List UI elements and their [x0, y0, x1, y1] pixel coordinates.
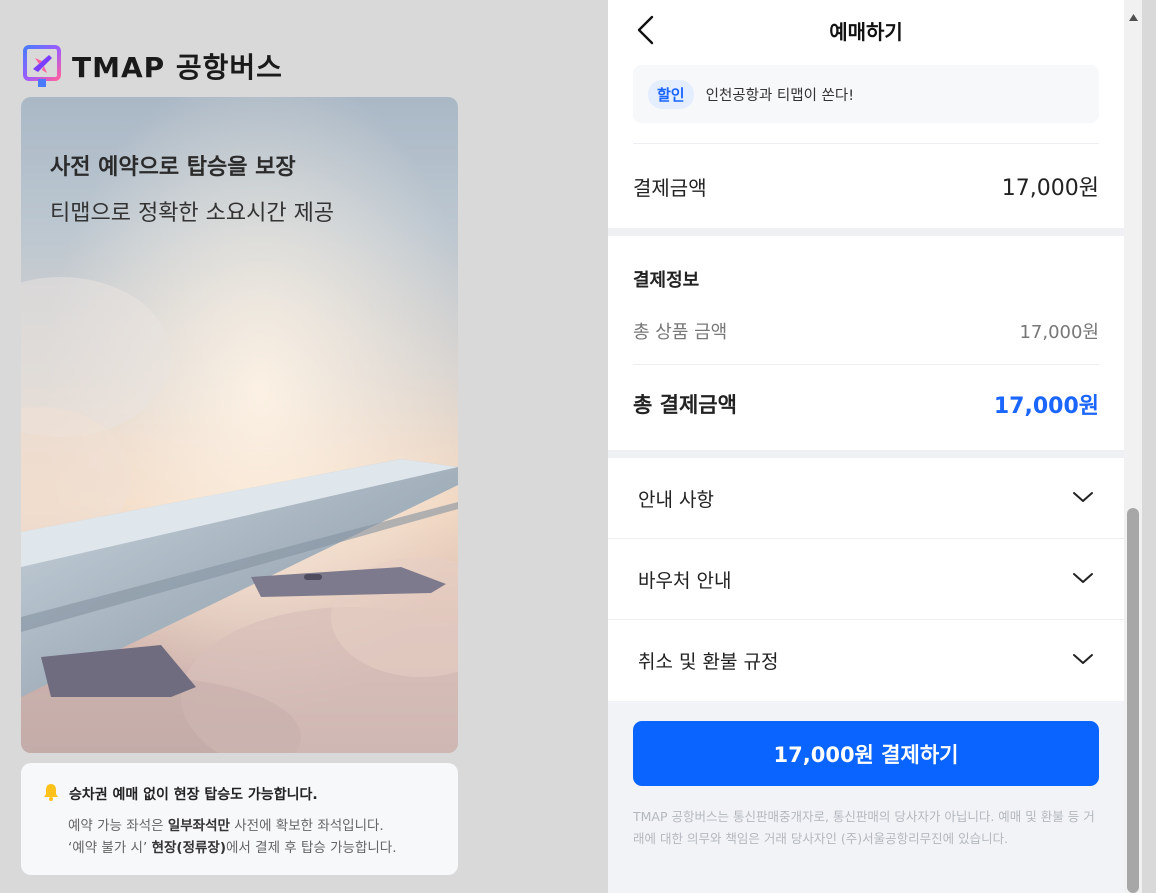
page-title: 예매하기: [829, 20, 903, 44]
payment-amount-label: 결제금액: [633, 175, 707, 200]
notice-line-1-bold: 일부좌석만: [167, 818, 230, 834]
grand-total-label: 총 결제금액: [633, 392, 737, 417]
top-bar: 예매하기: [608, 0, 1124, 58]
accordion-label: 안내 사항: [638, 488, 714, 511]
accordion-label: 바우처 안내: [638, 569, 732, 592]
notice-line-2-post: 에서 결제 후 탑승 가능합니다.: [226, 840, 397, 856]
info-accordion-list: 안내 사항 바우처 안내 취소 및 환불 규정: [608, 458, 1124, 701]
bell-icon: [43, 783, 59, 805]
accordion-guide[interactable]: 안내 사항: [608, 458, 1124, 539]
discount-chip: 할인: [648, 79, 694, 109]
legal-disclaimer: TMAP 공항버스는 통신판매중개자로, 통신판매의 당사자가 아닙니다. 예매…: [633, 809, 1095, 846]
accordion-refund-policy[interactable]: 취소 및 환불 규정: [608, 620, 1124, 701]
notice-line-2-bold: 현장(정류장): [151, 840, 227, 856]
scrollbar-thumb[interactable]: [1127, 508, 1139, 893]
hero-subtitle: 티맵으로 정확한 소요시간 제공: [50, 201, 335, 226]
notice-body: 예약 가능 좌석은 일부좌석만 사전에 확보한 좌석입니다. ‘예약 불가 시’…: [43, 815, 438, 859]
grand-total-row: 총 결제금액 17,000원: [633, 364, 1099, 424]
section-separator: [608, 450, 1124, 458]
chevron-down-icon: [1072, 489, 1094, 508]
chevron-down-icon: [1072, 651, 1094, 670]
brand: TMAP 공항버스: [22, 44, 283, 88]
plane-logo-icon: [22, 44, 62, 88]
promo-text: 인천공항과 티맵이 쏜다!: [705, 87, 855, 104]
payment-info-title: 결제정보: [633, 270, 700, 291]
hero-title: 사전 예약으로 탑승을 보장: [50, 155, 296, 180]
payment-info-section: 결제정보 총 상품 금액 17,000원 총 결제금액 17,000원: [608, 236, 1124, 450]
accordion-voucher[interactable]: 바우처 안내: [608, 539, 1124, 620]
notice-line-2: ‘예약 불가 시’ 현장(정류장)에서 결제 후 탑승 가능합니다.: [68, 837, 438, 859]
brand-name: TMAP 공항버스: [72, 51, 283, 84]
goods-total-value: 17,000원: [1019, 322, 1099, 343]
scroll-up-arrow-icon[interactable]: [1129, 6, 1138, 25]
scrollbar[interactable]: [1124, 0, 1142, 893]
chevron-down-icon: [1072, 570, 1094, 589]
goods-total-row: 총 상품 금액 17,000원: [633, 316, 1099, 346]
payment-amount-value: 17,000원: [1001, 176, 1099, 201]
section-separator: [608, 228, 1124, 236]
notice-headline: 승차권 예매 없이 현장 탑승도 가능합니다.: [69, 787, 318, 803]
accordion-label: 취소 및 환불 규정: [638, 651, 779, 673]
notice-headline-row: 승차권 예매 없이 현장 탑승도 가능합니다.: [43, 783, 438, 805]
hero-banner: 사전 예약으로 탑승을 보장 티맵으로 정확한 소요시간 제공: [21, 97, 458, 753]
notice-line-2-pre: ‘예약 불가 시’: [68, 840, 152, 856]
checkout-footer: 17,000원 결제하기 TMAP 공항버스는 통신판매중개자로, 통신판매의 …: [608, 701, 1124, 893]
promo-banner[interactable]: 할인 인천공항과 티맵이 쏜다!: [633, 65, 1099, 123]
notice-line-1-pre: 예약 가능 좌석은: [68, 818, 168, 834]
grand-total-value: 17,000원: [993, 393, 1099, 419]
notice-line-1: 예약 가능 좌석은 일부좌석만 사전에 확보한 좌석입니다.: [68, 815, 438, 837]
booking-panel: 예매하기 할인 인천공항과 티맵이 쏜다! 결제금액 17,000원 결제정보 …: [608, 0, 1124, 893]
notice-line-1-post: 사전에 확보한 좌석입니다.: [229, 818, 384, 834]
pay-button[interactable]: 17,000원 결제하기: [633, 721, 1099, 786]
goods-total-label: 총 상품 금액: [633, 322, 728, 343]
onsite-notice-card: 승차권 예매 없이 현장 탑승도 가능합니다. 예약 가능 좌석은 일부좌석만 …: [21, 763, 458, 875]
payment-amount-row: 결제금액 17,000원: [608, 144, 1124, 228]
